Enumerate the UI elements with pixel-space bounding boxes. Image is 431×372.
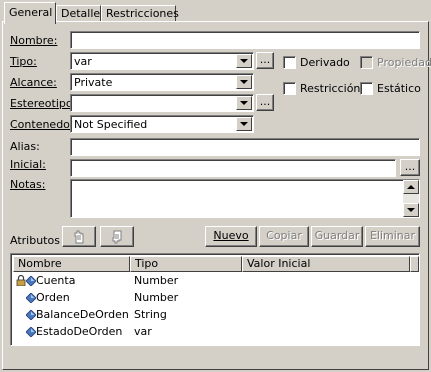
move-down-button[interactable] (100, 226, 134, 247)
inicial-label: Inicial: (10, 158, 46, 171)
column-header-nombre[interactable]: Nombre (13, 256, 130, 272)
row-nombre: Cuenta (36, 274, 76, 287)
hand-down-icon (112, 230, 122, 244)
scroll-down-icon (407, 208, 415, 212)
contenedor-value: Not Specified (74, 118, 148, 131)
inicial-browse-button[interactable]: ... (400, 159, 420, 176)
estereotipo-browse-button[interactable]: ... (256, 94, 274, 111)
column-header-filler (410, 256, 419, 272)
notas-scroll-down[interactable] (403, 203, 419, 217)
estereotipo-dropdown-button[interactable] (236, 96, 252, 110)
nuevo-label: Nuevo (213, 229, 249, 242)
notas-scroll-up[interactable] (403, 180, 419, 194)
restriccion-checkbox[interactable] (283, 82, 296, 95)
column-header-valor-inicial[interactable]: Valor Inicial (242, 256, 410, 272)
dropdown-arrow-icon (240, 59, 248, 63)
form-layer: Nombre: Tipo: var ... Derivado Propiedad… (0, 0, 431, 372)
tipo-combo[interactable]: var (70, 52, 254, 70)
atributos-list[interactable]: Nombre Tipo Valor Inicial Cuenta Number … (10, 253, 420, 346)
hand-up-icon (74, 230, 84, 244)
notas-textarea[interactable] (70, 179, 420, 218)
move-up-button[interactable] (62, 226, 96, 247)
contenedor-dropdown-button[interactable] (236, 117, 252, 131)
guardar-button[interactable]: Guardar (311, 226, 363, 247)
tipo-browse-label: ... (259, 53, 271, 66)
atributos-label: Atributos (10, 234, 60, 247)
alcance-label: Alcance: (10, 76, 57, 89)
column-header-tipo-label: Tipo (135, 257, 159, 270)
nombre-input[interactable] (70, 31, 420, 49)
attribute-diamond-icon (26, 276, 36, 286)
tipo-label: Tipo: (10, 55, 37, 68)
derivado-label: Derivado (300, 56, 350, 69)
row-nombre: EstadoDeOrden (36, 325, 123, 338)
contenedor-label: Contenedor: (10, 118, 78, 131)
dropdown-arrow-icon (240, 80, 248, 84)
table-row[interactable]: BalanceDeOrden String (13, 306, 419, 323)
guardar-label: Guardar (314, 229, 360, 242)
row-tipo: Number (134, 291, 179, 304)
notas-scrollbar[interactable] (403, 180, 419, 217)
eliminar-button[interactable]: Eliminar (365, 226, 420, 247)
tipo-value: var (74, 55, 92, 68)
column-header-tipo[interactable]: Tipo (130, 256, 242, 272)
estatico-checkbox[interactable] (360, 82, 373, 95)
nuevo-button[interactable]: Nuevo (205, 226, 257, 247)
row-nombre: BalanceDeOrden (36, 308, 129, 321)
row-tipo: var (134, 325, 152, 338)
row-nombre: Orden (36, 291, 70, 304)
estereotipo-browse-label: ... (259, 95, 271, 108)
table-row[interactable]: EstadoDeOrden var (13, 323, 419, 340)
attribute-diamond-icon (26, 310, 36, 320)
dropdown-arrow-icon (240, 122, 248, 126)
derivado-checkbox[interactable] (283, 56, 296, 69)
inicial-input[interactable] (70, 159, 396, 177)
estereotipo-combo[interactable] (70, 94, 254, 112)
row-tipo: String (134, 308, 167, 321)
estereotipo-label: Estereotipo: (10, 97, 77, 110)
tipo-dropdown-button[interactable] (236, 54, 252, 68)
alcance-combo[interactable]: Private (70, 73, 254, 91)
attribute-diamond-icon (26, 293, 36, 303)
table-row[interactable]: Cuenta Number (13, 272, 419, 289)
dropdown-arrow-icon (240, 101, 248, 105)
inicial-browse-label: ... (404, 160, 416, 173)
nombre-label: Nombre: (10, 34, 58, 47)
estatico-label: Estático (377, 82, 421, 95)
alcance-dropdown-button[interactable] (236, 75, 252, 89)
attribute-diamond-icon (26, 327, 36, 337)
copiar-button[interactable]: Copiar (259, 226, 309, 247)
alcance-value: Private (74, 76, 113, 89)
eliminar-label: Eliminar (369, 229, 416, 242)
contenedor-combo[interactable]: Not Specified (70, 115, 254, 133)
lock-icon (16, 275, 26, 286)
notas-label: Notas: (10, 178, 46, 191)
propiedad-checkbox[interactable] (360, 56, 373, 69)
copiar-label: Copiar (266, 229, 302, 242)
alias-input[interactable] (70, 138, 420, 156)
column-header-valor-label: Valor Inicial (247, 257, 311, 270)
column-header-nombre-label: Nombre (18, 257, 62, 270)
alias-label: Alias: (10, 140, 40, 153)
scroll-up-icon (407, 185, 415, 189)
table-row[interactable]: Orden Number (13, 289, 419, 306)
restriccion-label: Restricción (300, 82, 361, 95)
tipo-browse-button[interactable]: ... (256, 52, 274, 69)
propiedad-label: Propiedad (377, 56, 431, 69)
row-tipo: Number (134, 274, 179, 287)
